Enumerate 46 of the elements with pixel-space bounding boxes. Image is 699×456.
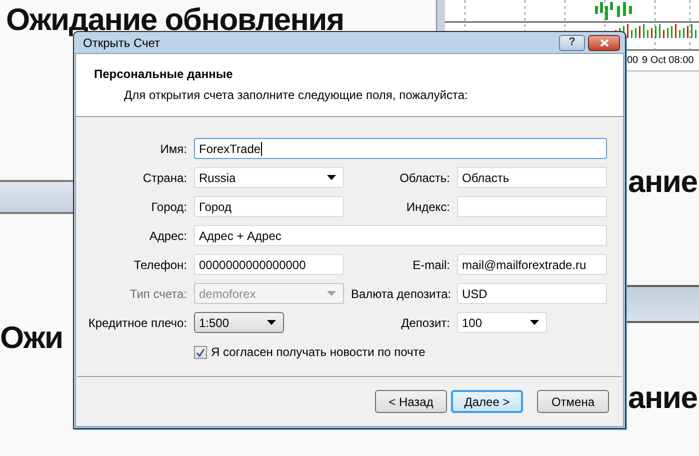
field-label: Тип счета: [128, 286, 187, 302]
help-button[interactable]: ? [559, 34, 585, 50]
time-label: 00 [627, 56, 638, 66]
field-label: Валюта депозита: [351, 286, 450, 302]
checkbox-label: Я согласен получать новости по почте [211, 344, 426, 361]
waiting-update-text: ание [628, 166, 698, 197]
field-label: Кредитное плечо: [87, 314, 187, 332]
field-label: Город: [150, 198, 187, 216]
dropdown-arrow-icon [327, 175, 336, 180]
close-icon [600, 38, 608, 46]
text-field[interactable] [457, 196, 607, 217]
field-label: Страна: [142, 170, 187, 186]
close-button[interactable] [588, 34, 620, 50]
section-title: Персональные данные [94, 66, 234, 83]
text-field[interactable]: ForexTrade [194, 138, 607, 159]
text-field[interactable]: USD [457, 283, 607, 304]
text-field[interactable]: mail@mailforextrade.ru [457, 254, 607, 275]
dropdown-arrow-icon [530, 320, 539, 325]
dialog-button[interactable]: Отмена [537, 390, 609, 413]
checkbox[interactable] [194, 346, 207, 358]
waiting-update-text: ание [628, 382, 698, 413]
waiting-update-text: Ожи [0, 322, 63, 353]
field-label: Область: [398, 170, 450, 186]
text-field[interactable]: Город [194, 196, 344, 217]
waiting-update-text: Ожидание обновления [6, 4, 344, 35]
field-label: Депозит: [400, 314, 450, 332]
text-field[interactable]: Адрес + Адрес [194, 225, 607, 246]
field-label: Телефон: [132, 256, 187, 274]
field-label: Индекс: [405, 198, 450, 216]
dialog-button[interactable]: Далее > [451, 390, 523, 413]
dropdown-arrow-icon [267, 320, 276, 325]
window-title: Открыть Счет [83, 36, 160, 52]
dropdown-arrow-icon [327, 291, 336, 296]
time-label: 9 Oct 08:00 [642, 56, 694, 66]
dropdown[interactable]: 100 [457, 312, 547, 333]
dropdown[interactable]: 1:500 [194, 312, 284, 333]
dropdown[interactable]: Russia [194, 167, 344, 188]
field-label: E-mail: [412, 256, 450, 274]
check-icon [196, 348, 205, 356]
text-field[interactable]: 0000000000000000 [194, 254, 344, 275]
field-label: Адрес: [148, 228, 187, 244]
dialog-button[interactable]: < Назад [375, 390, 447, 413]
candlestick-series [595, 2, 632, 20]
section-subtitle: Для открытия счета заполните следующие поля, пожалуйста: [123, 87, 469, 104]
text-field[interactable]: Область [457, 167, 607, 188]
field-label: Имя: [159, 140, 187, 158]
